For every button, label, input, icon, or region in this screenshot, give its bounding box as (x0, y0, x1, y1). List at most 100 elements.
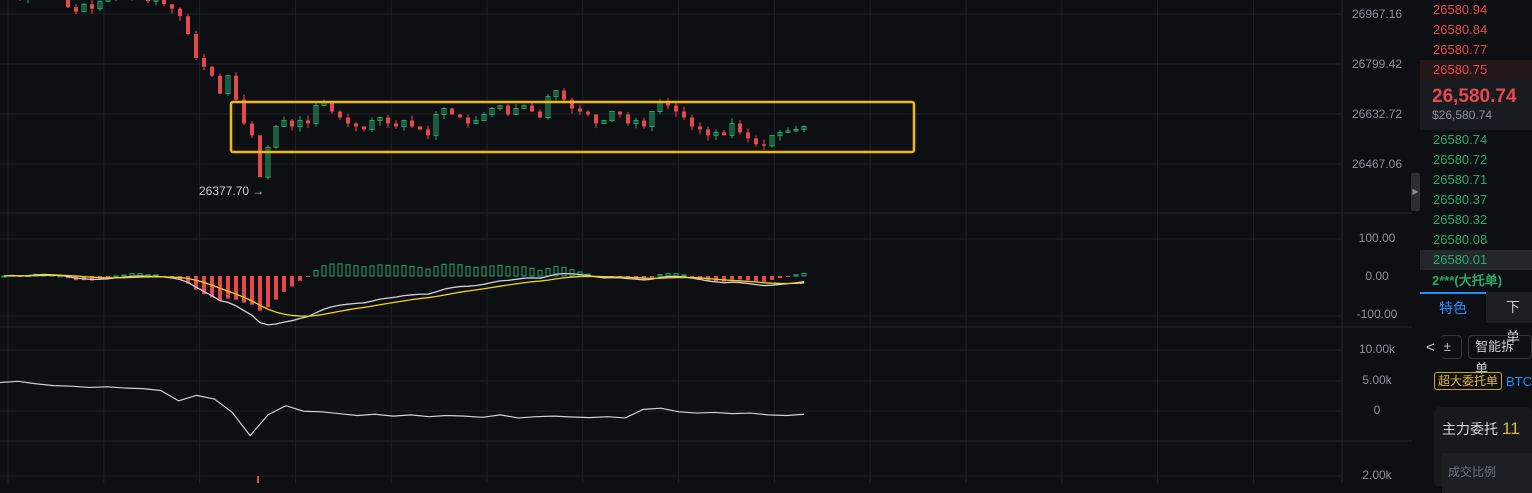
super-large-order-badge[interactable]: 超大委托单 (1434, 372, 1502, 390)
macd-bar (433, 266, 439, 277)
candle-down (170, 4, 174, 9)
macd-bar (793, 274, 799, 277)
candle-down (578, 108, 582, 112)
macd-bar (313, 270, 319, 277)
flow-tick: 10.00k (1358, 342, 1396, 356)
macd-bar (345, 264, 351, 277)
ask-row[interactable]: 26580.77 (1420, 40, 1532, 60)
macd-bar (730, 276, 734, 280)
macd-bar (481, 266, 487, 277)
macd-bar (113, 275, 119, 278)
macd-bar (425, 268, 431, 277)
candle-down (178, 8, 182, 17)
macd-bar (489, 265, 495, 277)
macd-bar (465, 265, 471, 277)
macd-bar (650, 276, 654, 278)
collapse-panel-handle[interactable]: ▶ (1411, 173, 1420, 211)
macd-bar (681, 274, 687, 277)
candle-down (682, 111, 686, 118)
candle-down (418, 126, 422, 130)
ask-row[interactable]: 26580.84 (1420, 20, 1532, 40)
price-tick: 26467.06 (1351, 157, 1403, 171)
candle-down (538, 111, 542, 118)
macd-bar (321, 265, 327, 277)
macd-bar (401, 265, 407, 277)
candle-down (674, 105, 678, 112)
bid-row[interactable]: 26580.71 (1420, 170, 1532, 190)
macd-bar (266, 276, 270, 308)
candle-down (586, 111, 590, 115)
macd-bar (377, 264, 383, 277)
macd-bar (561, 266, 567, 277)
candle-down (194, 34, 198, 58)
candle-down (706, 129, 710, 136)
orderbook-panel: 26580.94 26580.84 26580.77 26580.75 26,5… (1420, 0, 1532, 493)
candle-down (626, 114, 630, 124)
candle-down (346, 117, 350, 124)
candle-down (146, 0, 150, 2)
macd-bar (369, 265, 375, 277)
card-title: 主力委托 (1442, 421, 1498, 437)
macd-bar (569, 269, 575, 277)
kline-chart[interactable] (0, 0, 1412, 483)
macd-bar (657, 274, 663, 277)
macd-bar (274, 276, 278, 300)
macd-bar (521, 266, 527, 277)
macd-bar (385, 264, 391, 277)
macd-bar (306, 276, 310, 277)
ask-row[interactable]: 26580.75 (1420, 60, 1532, 80)
low-price-label: 26377.70 → (199, 184, 265, 198)
fill-ratio-label: 成交比例 (1442, 453, 1532, 493)
macd-tick: 100.00 (1358, 231, 1396, 245)
candle-down (690, 117, 694, 127)
smart-split-button[interactable]: 智能拆单 (1468, 335, 1532, 376)
candle-down (218, 75, 222, 94)
bid-row[interactable]: 26580.37 (1420, 190, 1532, 210)
candle-down (426, 129, 430, 136)
candle-down (754, 138, 758, 145)
candle-down (90, 4, 94, 9)
macd-bar (353, 265, 359, 277)
macd-bar (722, 276, 726, 282)
bid-row[interactable]: 26580.01 (1420, 250, 1532, 270)
macd-bar (298, 276, 302, 281)
chevron-left-icon[interactable]: < (1426, 339, 1435, 356)
candle-down (362, 126, 366, 130)
macd-bar (473, 266, 479, 277)
macd-bar (754, 276, 758, 282)
main-order-card: 主力委托 11 成交比例 (1434, 407, 1532, 493)
last-price-block: 26,580.74 $26,580.74 (1420, 80, 1532, 130)
ask-row[interactable]: 26580.94 (1420, 0, 1532, 20)
volume-bar (257, 476, 259, 483)
dif-line (3, 272, 805, 326)
macd-bar (290, 276, 294, 287)
macd-bar (337, 263, 343, 277)
macd-bar (537, 269, 543, 277)
candle-down (762, 144, 766, 146)
candle-down (330, 102, 334, 112)
bid-row[interactable]: 26580.32 (1420, 210, 1532, 230)
bid-row[interactable]: 26580.08 (1420, 230, 1532, 250)
macd-tick: 0.00 (1365, 269, 1389, 283)
candle-down (506, 105, 510, 115)
candle-down (394, 123, 398, 127)
partial-option-button[interactable]: ± (1440, 335, 1463, 359)
macd-bar (770, 276, 774, 280)
bid-row[interactable]: 26580.72 (1420, 150, 1532, 170)
candle-down (458, 114, 462, 118)
candle-down (210, 66, 214, 76)
flow-line (0, 380, 805, 437)
bid-row[interactable]: 26580.74 (1420, 130, 1532, 150)
candle-down (74, 7, 78, 12)
macd-bar (665, 272, 671, 277)
tab-features[interactable]: 特色 (1420, 292, 1486, 323)
macd-bar (673, 273, 679, 277)
tab-order[interactable]: 下单 (1486, 292, 1532, 345)
candle-down (722, 132, 726, 136)
candle-down (258, 135, 262, 178)
macd-bar (449, 263, 455, 277)
macd-bar (545, 267, 551, 277)
macd-bar (361, 266, 367, 277)
candle-down (530, 105, 534, 112)
candle-down (594, 114, 598, 124)
